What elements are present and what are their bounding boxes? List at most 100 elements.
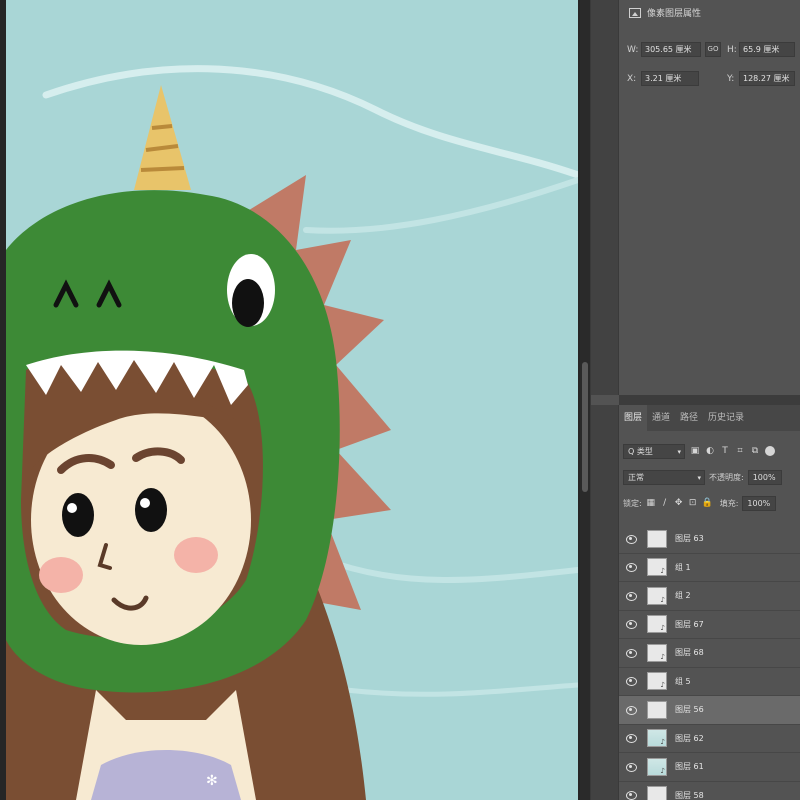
properties-title: 像素图层属性 (647, 9, 702, 19)
canvas-scrollbar[interactable] (580, 0, 590, 800)
properties-panel: 像素图层属性 W: 305.65 厘米 GO H: 65.9 厘米 X: 3.2… (619, 0, 800, 395)
layer-filter-row: Q 类型 ▾ ▣ ◐ T ⌗ ⧉ (623, 443, 800, 459)
image-icon (629, 7, 641, 18)
eye-icon[interactable] (625, 591, 641, 601)
properties-tool-strip (591, 0, 619, 395)
text-icon[interactable]: T (720, 446, 730, 456)
dino-girl-illustration: ✻ (6, 0, 578, 800)
layer-row[interactable]: 图层 58 (619, 782, 800, 800)
tab-history[interactable]: 历史记录 (703, 405, 749, 431)
layer-name: 图层 63 (675, 534, 704, 544)
canvas-area[interactable]: ✻ (0, 0, 590, 800)
layer-thumbnail: ♪ (647, 615, 667, 634)
brush-icon[interactable]: / (660, 498, 670, 508)
y-field[interactable]: 128.27 厘米 (739, 71, 795, 86)
width-label: W: (627, 45, 639, 55)
fill-field[interactable]: 100% (742, 495, 777, 511)
height-label: H: (727, 45, 737, 55)
eye-icon[interactable] (625, 705, 641, 715)
clip-link-icon: ♪ (660, 681, 665, 690)
link-proportions-button[interactable]: GO (705, 42, 721, 57)
clip-link-icon: ♪ (660, 595, 665, 604)
layer-thumbnail (647, 529, 667, 548)
layer-row[interactable]: ♪ 组 1 (619, 554, 800, 582)
layer-name: 图层 56 (675, 705, 704, 715)
right-panel: 像素图层属性 W: 305.65 厘米 GO H: 65.9 厘米 X: 3.2… (590, 0, 800, 800)
lock-row: 锁定: ▦ / ✥ ⊡ 🔒 填充: 100% (623, 495, 800, 511)
eye-icon[interactable] (625, 762, 641, 772)
layer-row[interactable]: ♪ 图层 68 (619, 639, 800, 668)
layer-name: 组 2 (675, 591, 691, 601)
height-field[interactable]: 65.9 厘米 (739, 42, 795, 57)
layer-row-selected[interactable]: 图层 56 (619, 696, 800, 725)
layer-name: 图层 58 (675, 790, 704, 800)
pixel-filter-icon[interactable]: ▣ (690, 446, 700, 456)
layer-thumbnail (647, 786, 667, 800)
panel-divider[interactable] (619, 395, 800, 405)
layer-thumbnail: ♪ (647, 757, 667, 776)
layer-row[interactable]: ♪ 图层 62 (619, 725, 800, 753)
layers-panel: 图层 通道 路径 历史记录 Q 类型 ▾ ▣ ◐ T ⌗ ⧉ 正常 ▾ 不透明度… (619, 405, 800, 800)
lock-transparent-icon[interactable]: ▦ (646, 498, 656, 508)
clip-link-icon: ♪ (660, 567, 665, 576)
layer-thumbnail: ♪ (647, 672, 667, 691)
layer-thumbnail: ♪ (647, 558, 667, 577)
layer-name: 组 1 (675, 562, 691, 572)
lock-icon[interactable]: 🔒 (702, 498, 713, 508)
layer-name: 图层 62 (675, 733, 704, 743)
eye-icon[interactable] (625, 534, 641, 544)
layer-name: 图层 68 (675, 648, 704, 658)
smart-object-icon[interactable]: ⧉ (750, 446, 760, 456)
svg-text:✻: ✻ (206, 773, 218, 789)
artboard-icon[interactable]: ⊡ (688, 498, 698, 508)
blend-row: 正常 ▾ 不透明度: 100% (623, 469, 800, 485)
x-label: X: (627, 74, 637, 84)
layer-name: 组 5 (675, 676, 691, 686)
layer-row[interactable]: 图层 63 (619, 525, 800, 554)
layer-list: 图层 63 ♪ 组 1 ♪ 组 2 ♪ 图层 67 ♪ 图层 68 ♪ 组 5 … (619, 525, 800, 800)
layer-thumbnail (647, 700, 667, 719)
artboard-illustration[interactable]: ✻ (6, 0, 578, 800)
clip-link-icon: ♪ (660, 624, 665, 633)
lock-label: 锁定: (623, 498, 642, 508)
eye-icon[interactable] (625, 648, 641, 658)
clip-link-icon: ♪ (660, 766, 665, 775)
tab-channels[interactable]: 通道 (647, 405, 675, 431)
eye-icon[interactable] (625, 619, 641, 630)
blend-mode-select[interactable]: 正常 ▾ (623, 469, 705, 485)
canvas-scroll-thumb[interactable] (582, 362, 588, 492)
opacity-label: 不透明度: (709, 472, 744, 482)
layer-kind-label: Q 类型 (628, 446, 653, 456)
clip-link-icon: ♪ (660, 652, 665, 661)
fill-value: 100% (747, 498, 771, 508)
eye-icon[interactable] (625, 562, 641, 573)
layer-row[interactable]: ♪ 图层 67 (619, 611, 800, 639)
eye-icon[interactable] (625, 790, 641, 800)
layer-row[interactable]: ♪ 组 2 (619, 582, 800, 611)
adjustment-filter-icon[interactable]: ◐ (705, 446, 715, 456)
eye-icon[interactable] (625, 733, 641, 744)
width-field[interactable]: 305.65 厘米 (641, 42, 701, 57)
chevron-down-icon: ▾ (697, 473, 701, 482)
filter-toggle[interactable] (765, 446, 775, 456)
layer-kind-filter[interactable]: Q 类型 ▾ (623, 443, 685, 459)
chevron-down-icon: ▾ (677, 447, 681, 456)
y-label: Y: (727, 74, 735, 84)
layer-row[interactable]: ♪ 组 5 (619, 668, 800, 696)
layers-tool-strip (591, 405, 619, 800)
layer-thumbnail: ♪ (647, 643, 667, 662)
tab-layers[interactable]: 图层 (619, 405, 648, 431)
fill-label: 填充: (719, 498, 739, 508)
shape-filter-icon[interactable]: ⌗ (735, 446, 745, 456)
layer-name: 图层 67 (675, 619, 704, 629)
layer-thumbnail: ♪ (647, 586, 667, 605)
eye-icon[interactable] (625, 676, 641, 687)
move-icon[interactable]: ✥ (674, 498, 684, 508)
opacity-field[interactable]: 100% (747, 469, 782, 485)
blend-mode-label: 正常 (628, 472, 644, 482)
tab-paths[interactable]: 路径 (675, 405, 703, 431)
layer-name: 图层 61 (675, 762, 704, 772)
opacity-value: 100% (752, 472, 776, 482)
layer-row[interactable]: ♪ 图层 61 (619, 753, 800, 782)
x-field[interactable]: 3.21 厘米 (641, 71, 699, 86)
